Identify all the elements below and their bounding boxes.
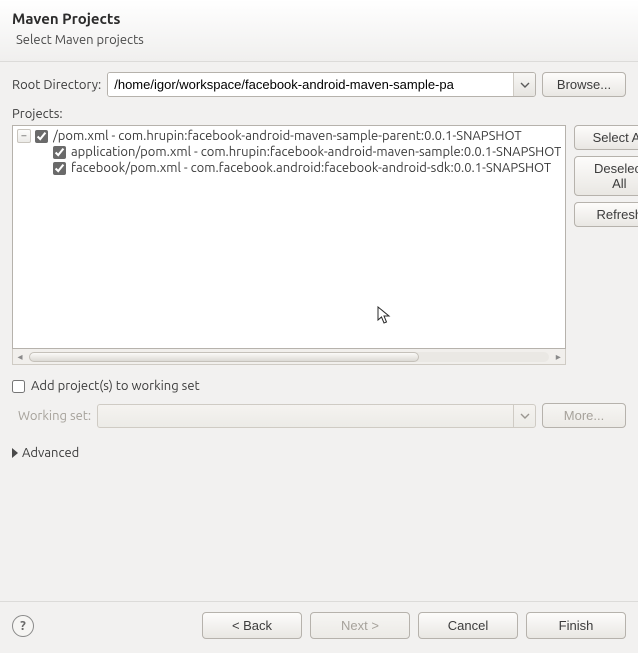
page-subtitle: Select Maven projects — [16, 33, 626, 47]
scroll-right-arrow-icon[interactable]: ▸ — [551, 351, 565, 363]
select-all-button[interactable]: Select All — [574, 125, 638, 150]
add-to-working-set-checkbox[interactable] — [12, 380, 25, 393]
projects-tree[interactable]: − /pom.xml - com.hrupin:facebook-android-… — [12, 125, 566, 349]
tree-row[interactable]: application/pom.xml - com.hrupin:faceboo… — [13, 144, 565, 160]
working-set-value — [98, 405, 513, 427]
page-title: Maven Projects — [12, 10, 626, 27]
root-directory-combo[interactable] — [107, 72, 536, 97]
working-set-dropdown-button[interactable] — [513, 405, 535, 427]
working-set-label: Working set: — [18, 409, 91, 423]
tree-item-checkbox[interactable] — [53, 162, 66, 175]
root-directory-dropdown-button[interactable] — [513, 73, 535, 96]
deselect-all-button[interactable]: Deselect All — [574, 156, 638, 196]
root-directory-row: Root Directory: Browse... — [12, 72, 626, 97]
tree-item-label: application/pom.xml - com.hrupin:faceboo… — [71, 145, 561, 159]
working-set-field-row: Working set: More... — [12, 403, 626, 428]
root-directory-label: Root Directory: — [12, 78, 101, 92]
wizard-footer: ? < Back Next > Cancel Finish — [0, 601, 638, 653]
browse-button[interactable]: Browse... — [542, 72, 626, 97]
refresh-button[interactable]: Refresh — [574, 202, 638, 227]
finish-button[interactable]: Finish — [526, 612, 626, 639]
back-button[interactable]: < Back — [202, 612, 302, 639]
next-button[interactable]: Next > — [310, 612, 410, 639]
tree-collapse-toggle[interactable]: − — [17, 129, 31, 143]
tree-row[interactable]: facebook/pom.xml - com.facebook.android:… — [13, 160, 565, 176]
projects-area: − /pom.xml - com.hrupin:facebook-android-… — [12, 125, 626, 365]
chevron-down-icon — [520, 411, 530, 421]
scrollbar-track[interactable] — [29, 352, 549, 362]
help-button[interactable]: ? — [12, 615, 34, 637]
question-mark-icon: ? — [20, 619, 26, 633]
add-to-working-set-label: Add project(s) to working set — [31, 379, 200, 393]
advanced-label: Advanced — [22, 446, 79, 460]
projects-side-buttons: Select All Deselect All Refresh — [574, 125, 638, 365]
chevron-down-icon — [520, 80, 530, 90]
cancel-button[interactable]: Cancel — [418, 612, 518, 639]
scroll-left-arrow-icon[interactable]: ◂ — [13, 351, 27, 363]
triangle-right-icon — [12, 448, 18, 458]
wizard-header: Maven Projects Select Maven projects — [0, 0, 638, 62]
tree-item-label: facebook/pom.xml - com.facebook.android:… — [71, 161, 551, 175]
projects-label: Projects: — [12, 107, 626, 121]
tree-item-label: /pom.xml - com.hrupin:facebook-android-m… — [53, 129, 522, 143]
working-set-select[interactable] — [97, 404, 536, 428]
tree-row[interactable]: − /pom.xml - com.hrupin:facebook-android-… — [13, 128, 565, 144]
advanced-expander[interactable]: Advanced — [12, 446, 626, 460]
scrollbar-thumb[interactable] — [29, 352, 419, 362]
projects-tree-wrap: − /pom.xml - com.hrupin:facebook-android-… — [12, 125, 566, 365]
wizard-body: Root Directory: Browse... Projects: − /po… — [0, 62, 638, 466]
working-set-more-button[interactable]: More... — [542, 403, 626, 428]
tree-item-checkbox[interactable] — [53, 146, 66, 159]
projects-horizontal-scrollbar[interactable]: ◂ ▸ — [12, 349, 566, 365]
working-set-checkbox-row: Add project(s) to working set — [12, 379, 626, 393]
root-directory-input[interactable] — [108, 73, 513, 96]
tree-item-checkbox[interactable] — [35, 130, 48, 143]
